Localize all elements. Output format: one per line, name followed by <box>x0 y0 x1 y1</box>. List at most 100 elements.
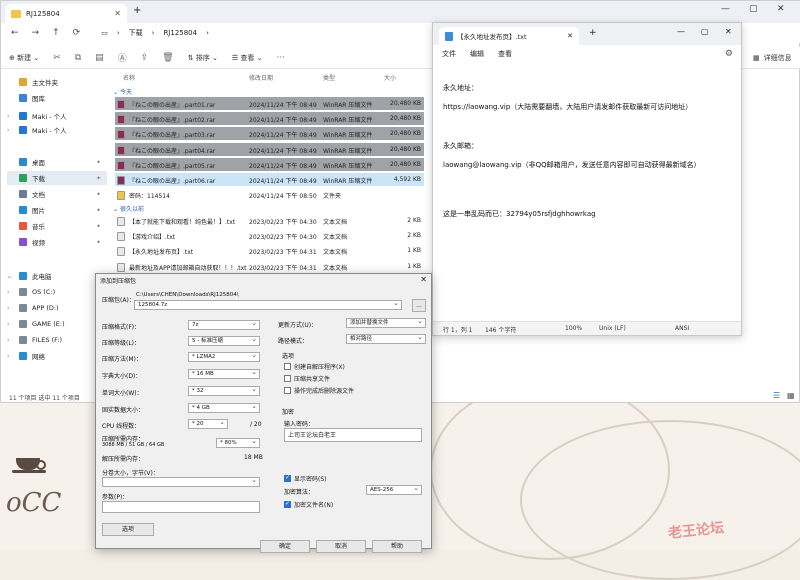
file-row[interactable]: 最新地址及APP请加邮箱自动获取！！！.txt 2023/02/23 下午 04:… <box>115 260 424 273</box>
close-tab-icon[interactable]: ✕ <box>114 9 121 18</box>
setting-select[interactable]: * 32 <box>188 385 260 396</box>
expand-chevron-icon[interactable]: › <box>7 321 14 328</box>
expand-chevron-icon[interactable]: › <box>7 337 14 344</box>
new-button[interactable]: ⊕ 新建 ⌄ <box>9 53 39 63</box>
new-tab-icon[interactable]: + <box>133 5 141 16</box>
file-row[interactable]: 【本了就能下载和观看！纯色最！】.txt 2023/02/23 下午 04:30 文… <box>115 214 424 227</box>
sidebar-item[interactable]: 视频 ✦ <box>7 235 107 249</box>
column-header-name[interactable]: 名称 <box>123 73 135 82</box>
option-checkbox[interactable]: 操作完成后删除源文件 <box>284 386 354 395</box>
parameters-input[interactable] <box>102 501 260 513</box>
option-checkbox[interactable]: 压缩共享文件 <box>284 374 330 383</box>
setting-select[interactable]: 7z <box>188 319 260 330</box>
copy-icon[interactable]: ⧉ <box>75 53 81 63</box>
sidebar-item[interactable]: › GAME (E:) <box>7 317 107 331</box>
close-tab-icon[interactable]: ✕ <box>567 32 573 40</box>
file-row[interactable]: 『ねこの眼の出産』.part03.rar 2024/11/24 下午 08:49 W… <box>115 127 424 141</box>
sidebar-item[interactable]: 桌面 ✦ <box>7 155 107 169</box>
rename-icon[interactable]: Ⓐ <box>118 51 127 64</box>
notepad-tab[interactable]: 【永久地址发布页】.txt ✕ <box>439 27 579 45</box>
show-password-checkbox[interactable]: 显示密码(S) <box>284 474 327 483</box>
setting-select[interactable]: 5 - 标准压缩 <box>188 335 260 346</box>
column-header-date[interactable]: 修改日期 <box>249 73 273 82</box>
view-button[interactable]: ☰ 查看 ⌄ <box>232 53 263 63</box>
sidebar-item[interactable]: › Maki - 个人 <box>7 109 107 123</box>
sidebar-item[interactable]: 音乐 ✦ <box>7 219 107 233</box>
expand-chevron-icon[interactable]: › <box>7 353 14 360</box>
file-row[interactable]: 【游戏介绍】.txt 2023/02/23 下午 04:30 文本文档 2 KB <box>115 229 424 242</box>
cut-icon[interactable]: ✂ <box>53 53 61 63</box>
ok-button[interactable]: 确定 <box>260 540 310 553</box>
setting-select[interactable]: * LZMA2 <box>188 351 260 362</box>
share-icon[interactable]: ⇪ <box>141 53 149 63</box>
setting-select[interactable]: * 4 GB <box>188 402 260 413</box>
maximize-icon[interactable]: ▢ <box>701 27 709 36</box>
sidebar-item[interactable]: 文档 ✦ <box>7 187 107 201</box>
file-row[interactable]: 『ねこの眼の出産』.part04.rar 2024/11/24 下午 08:49 W… <box>115 142 424 156</box>
up-icon[interactable]: ↑ <box>52 28 60 38</box>
sidebar-item[interactable]: 主文件夹 <box>7 75 107 89</box>
menu-view[interactable]: 查看 <box>498 49 512 59</box>
sidebar-item[interactable]: 图库 <box>7 91 107 105</box>
expand-chevron-icon[interactable]: › <box>7 113 14 120</box>
refresh-icon[interactable]: ⟳ <box>73 28 81 38</box>
breadcrumb[interactable]: ▭ › 下载 › RJ125804 › <box>101 28 209 38</box>
sidebar-item[interactable]: › 网络 <box>7 349 107 363</box>
options-button[interactable]: 选项 <box>102 523 154 536</box>
expand-chevron-icon[interactable]: ⌄ <box>7 273 14 280</box>
column-header-size[interactable]: 大小 <box>384 73 396 82</box>
paste-icon[interactable]: ▤ <box>95 53 104 63</box>
encrypt-names-checkbox[interactable]: 加密文件名(N) <box>284 500 333 509</box>
more-icon[interactable]: ··· <box>276 53 285 63</box>
minimize-icon[interactable]: — <box>721 4 730 14</box>
sidebar-item[interactable]: 下载 ✦ <box>7 171 107 185</box>
maximize-icon[interactable]: ▢ <box>749 4 758 14</box>
tiles-view-icon[interactable]: ▦ <box>787 391 795 400</box>
expand-chevron-icon[interactable]: › <box>7 289 14 296</box>
archive-name-combo[interactable]: 125804.7z <box>134 299 402 310</box>
browse-button[interactable]: ... <box>412 299 426 312</box>
cancel-button[interactable]: 取消 <box>316 540 366 553</box>
setting-select[interactable]: * 16 MB <box>188 368 260 379</box>
close-dialog-icon[interactable]: ✕ <box>420 275 427 284</box>
sidebar-item[interactable]: 图片 ✦ <box>7 203 107 217</box>
sidebar-item[interactable]: › OS (C:) <box>7 285 107 299</box>
file-row[interactable]: 『ねこの眼の出産』.part05.rar 2024/11/24 下午 08:49 W… <box>115 157 424 171</box>
sidebar-item[interactable]: › Maki - 个人 <box>7 123 107 137</box>
expand-chevron-icon[interactable]: › <box>7 127 14 134</box>
forward-icon[interactable]: → <box>32 28 40 38</box>
expand-chevron-icon[interactable]: › <box>7 305 14 312</box>
file-row[interactable]: 『ねこの眼の出産』.part02.rar 2024/11/24 下午 08:49 W… <box>115 112 424 126</box>
close-window-icon[interactable]: ✕ <box>725 27 732 36</box>
sort-button[interactable]: ⇅ 排序 ⌄ <box>188 53 218 63</box>
file-row[interactable]: 密码：114514 2024/11/24 下午 08:50 文件夹 <box>115 188 424 201</box>
breadcrumb-item[interactable]: RJ125804 <box>163 29 197 37</box>
password-input[interactable]: 上司王论坛白老王 <box>284 428 422 442</box>
encryption-method-select[interactable]: AES-256 <box>366 484 422 495</box>
close-window-icon[interactable]: ✕ <box>777 4 785 14</box>
file-row[interactable]: 『ねこの眼の出産』.part06.rar 2024/11/24 下午 08:49 W… <box>115 173 424 186</box>
breadcrumb-item[interactable]: 下载 <box>129 28 143 38</box>
group-header-today[interactable]: ⌄ 今天 <box>113 87 132 96</box>
minimize-icon[interactable]: — <box>677 27 685 36</box>
help-button[interactable]: 帮助 <box>372 540 422 553</box>
delete-icon[interactable]: 🗑 <box>162 53 173 63</box>
sidebar-item[interactable]: › APP (D:) <box>7 301 107 315</box>
explorer-tab[interactable]: RJ125804 ✕ <box>5 4 127 23</box>
new-tab-icon[interactable]: + <box>589 28 597 38</box>
column-header-type[interactable]: 类型 <box>323 73 335 82</box>
path-mode-select[interactable]: 相对路径 <box>346 333 426 344</box>
update-mode-select[interactable]: 添加并替换文件 <box>346 317 426 328</box>
file-row[interactable]: 『ねこの眼の出産』.part01.rar 2024/11/24 下午 08:49 W… <box>115 97 424 110</box>
sidebar-item[interactable]: › FILES (F:) <box>7 333 107 347</box>
memory-percent-select[interactable]: * 80% <box>216 437 260 448</box>
option-checkbox[interactable]: 创建自解压程序(X) <box>284 362 345 371</box>
group-header-old[interactable]: ⌄ 很久以前 <box>113 204 144 213</box>
menu-file[interactable]: 文件 <box>442 49 456 59</box>
settings-gear-icon[interactable]: ⚙ <box>725 49 733 59</box>
file-row[interactable]: 【永久地址发布页】.txt 2023/02/23 下午 04:31 文本文档 1 KB <box>115 244 424 257</box>
menu-edit[interactable]: 编辑 <box>470 49 484 59</box>
sidebar-item[interactable]: ⌄ 此电脑 <box>7 269 107 283</box>
back-icon[interactable]: ← <box>11 28 19 38</box>
notepad-text-area[interactable]: 永久地址： https://laowang.vip（大陆需要翻墙，大陆用户请发邮… <box>443 71 733 321</box>
